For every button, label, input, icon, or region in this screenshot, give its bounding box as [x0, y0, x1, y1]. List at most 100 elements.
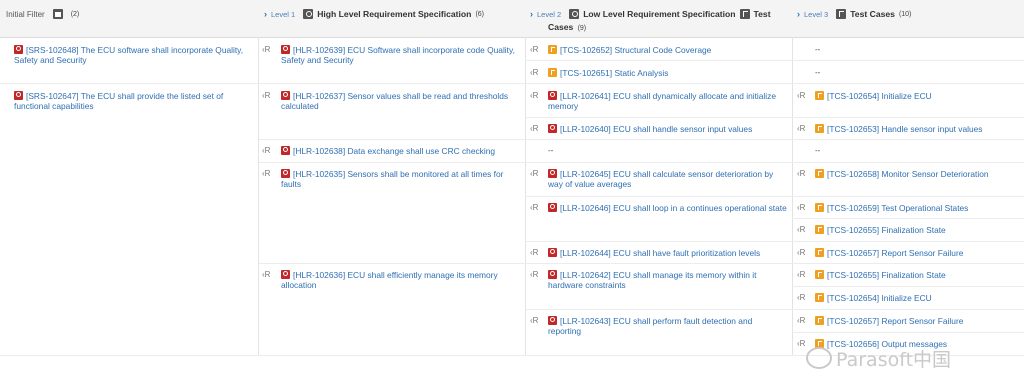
- level3-header[interactable]: › Level 3 Test Cases (10): [797, 0, 1021, 37]
- cross-reference-icon[interactable]: ‹R: [262, 270, 270, 279]
- l2-item[interactable]: [LLR-102640] ECU shall handle sensor inp…: [548, 124, 790, 134]
- cross-reference-icon[interactable]: ‹R: [797, 316, 805, 325]
- weibo-logo-icon: [806, 347, 832, 369]
- cross-reference-icon[interactable]: ‹R: [530, 248, 538, 257]
- cross-reference-icon[interactable]: ‹R: [262, 169, 270, 178]
- l3-item[interactable]: [TCS-102657] Report Sensor Failure: [815, 248, 1021, 258]
- test-case-icon: [548, 68, 557, 77]
- cross-reference-icon[interactable]: ‹R: [797, 270, 805, 279]
- l2-item[interactable]: [LLR-102642] ECU shall manage its memory…: [548, 270, 778, 290]
- requirement-icon: [14, 91, 23, 100]
- cross-reference-icon[interactable]: ‹R: [530, 45, 538, 54]
- l3-item[interactable]: [TCS-102654] Initialize ECU: [815, 91, 1021, 101]
- cross-reference-icon[interactable]: ‹R: [262, 91, 270, 100]
- row-divider: [259, 263, 1024, 264]
- cross-reference-icon[interactable]: ‹R: [797, 225, 805, 234]
- level2-label: Level 2: [537, 9, 562, 19]
- row-divider: [259, 162, 1024, 163]
- requirement-icon: [14, 45, 23, 54]
- level1-title: High Level Requirement Specification: [317, 9, 472, 19]
- watermark-text: Parasoft中国: [836, 349, 952, 371]
- level1-label: Level 1: [271, 9, 296, 19]
- l2-item[interactable]: [LLR-102645] ECU shall calculate sensor …: [548, 169, 790, 189]
- level1-header[interactable]: › Level 1 High Level Requirement Specifi…: [264, 0, 526, 37]
- test-case-icon: [815, 225, 824, 234]
- initial-filter-count: (2): [70, 10, 80, 18]
- requirement-icon: [548, 270, 557, 279]
- cross-reference-icon[interactable]: ‹R: [262, 45, 270, 54]
- requirement-icon: [281, 146, 290, 155]
- cross-reference-icon[interactable]: ‹R: [530, 316, 538, 325]
- empty-cell: --: [815, 146, 821, 155]
- srs-item[interactable]: [SRS-102648] The ECU software shall inco…: [14, 45, 254, 65]
- l2-item[interactable]: [LLR-102641] ECU shall dynamically alloc…: [548, 91, 790, 111]
- hlr-item[interactable]: [HLR-102636] ECU shall efficiently manag…: [281, 270, 517, 290]
- cross-reference-icon[interactable]: ‹R: [797, 169, 805, 178]
- hlr-item[interactable]: [HLR-102638] Data exchange shall use CRC…: [281, 146, 521, 156]
- hlr-item[interactable]: [HLR-102637] Sensor values shall be read…: [281, 91, 521, 111]
- cross-reference-icon[interactable]: ‹R: [797, 248, 805, 257]
- row-divider: [0, 83, 1024, 84]
- level2-title: Low Level Requirement Specification: [583, 9, 736, 19]
- l2-item[interactable]: [TCS-102651] Static Analysis: [548, 68, 786, 78]
- cross-reference-icon[interactable]: ‹R: [797, 91, 805, 100]
- requirement-icon: [548, 316, 557, 325]
- level2-title-test: Test: [753, 9, 771, 19]
- row-divider: [525, 117, 1024, 118]
- requirement-icon: [548, 124, 557, 133]
- row-divider: [792, 332, 1024, 333]
- test-case-icon: [836, 9, 847, 19]
- watermark: Parasoft中国: [806, 345, 951, 372]
- requirement-icon: [281, 169, 290, 178]
- cross-reference-icon[interactable]: ‹R: [797, 339, 805, 348]
- chevron-right-icon[interactable]: ›: [264, 9, 267, 19]
- requirement-icon: [548, 203, 557, 212]
- empty-cell: --: [815, 68, 821, 77]
- l3-item[interactable]: [TCS-102658] Monitor Sensor Deterioratio…: [815, 169, 1021, 179]
- cross-reference-icon[interactable]: ‹R: [530, 91, 538, 100]
- test-case-icon: [815, 169, 824, 178]
- l2-item[interactable]: [LLR-102643] ECU shall perform fault det…: [548, 316, 778, 336]
- l3-item[interactable]: [TCS-102659] Test Operational States: [815, 203, 1021, 213]
- l3-item[interactable]: [TCS-102655] Finalization State: [815, 270, 1021, 280]
- cross-reference-icon[interactable]: ‹R: [262, 146, 270, 155]
- cross-reference-icon[interactable]: ‹R: [797, 293, 805, 302]
- l3-item[interactable]: [TCS-102657] Report Sensor Failure: [815, 316, 1021, 326]
- cross-reference-icon[interactable]: ‹R: [797, 203, 805, 212]
- level3-count: (10): [898, 10, 912, 18]
- empty-cell: --: [815, 45, 821, 54]
- test-case-icon: [815, 203, 824, 212]
- requirement-icon: [281, 91, 290, 100]
- cross-reference-icon[interactable]: ‹R: [530, 203, 538, 212]
- chevron-right-icon[interactable]: ›: [530, 9, 533, 19]
- chevron-right-icon[interactable]: ›: [797, 9, 800, 19]
- srs-item[interactable]: [SRS-102647] The ECU shall provide the l…: [14, 91, 254, 111]
- level2-header[interactable]: › Level 2 Low Level Requirement Specific…: [530, 0, 792, 37]
- hlr-item[interactable]: [HLR-102635] Sensors shall be monitored …: [281, 169, 521, 189]
- l2-item[interactable]: [TCS-102652] Structural Code Coverage: [548, 45, 786, 55]
- hlr-item[interactable]: [HLR-102639] ECU Software shall incorpor…: [281, 45, 519, 65]
- l2-item[interactable]: [LLR-102646] ECU shall loop in a continu…: [548, 203, 788, 213]
- l2-item[interactable]: [LLR-102644] ECU shall have fault priori…: [548, 248, 788, 258]
- test-case-icon: [815, 124, 824, 133]
- test-case-icon: [815, 248, 824, 257]
- requirement-icon: [281, 270, 290, 279]
- l3-item[interactable]: [TCS-102653] Handle sensor input values: [815, 124, 1021, 134]
- test-case-icon: [815, 91, 824, 100]
- requirement-icon: [548, 91, 557, 100]
- filter-icon[interactable]: [52, 9, 63, 19]
- l3-item[interactable]: [TCS-102655] Finalization State: [815, 225, 1021, 235]
- cross-reference-icon[interactable]: ‹R: [530, 169, 538, 178]
- requirement-icon: [281, 45, 290, 54]
- row-divider: [525, 309, 1024, 310]
- empty-cell: --: [548, 146, 554, 155]
- requirement-icon: [548, 169, 557, 178]
- l3-item[interactable]: [TCS-102654] Initialize ECU: [815, 293, 1021, 303]
- requirement-icon: [548, 248, 557, 257]
- cross-reference-icon[interactable]: ‹R: [797, 124, 805, 133]
- test-case-icon: [815, 316, 824, 325]
- cross-reference-icon[interactable]: ‹R: [530, 68, 538, 77]
- cross-reference-icon[interactable]: ‹R: [530, 124, 538, 133]
- cross-reference-icon[interactable]: ‹R: [530, 270, 538, 279]
- requirement-icon: [569, 9, 580, 19]
